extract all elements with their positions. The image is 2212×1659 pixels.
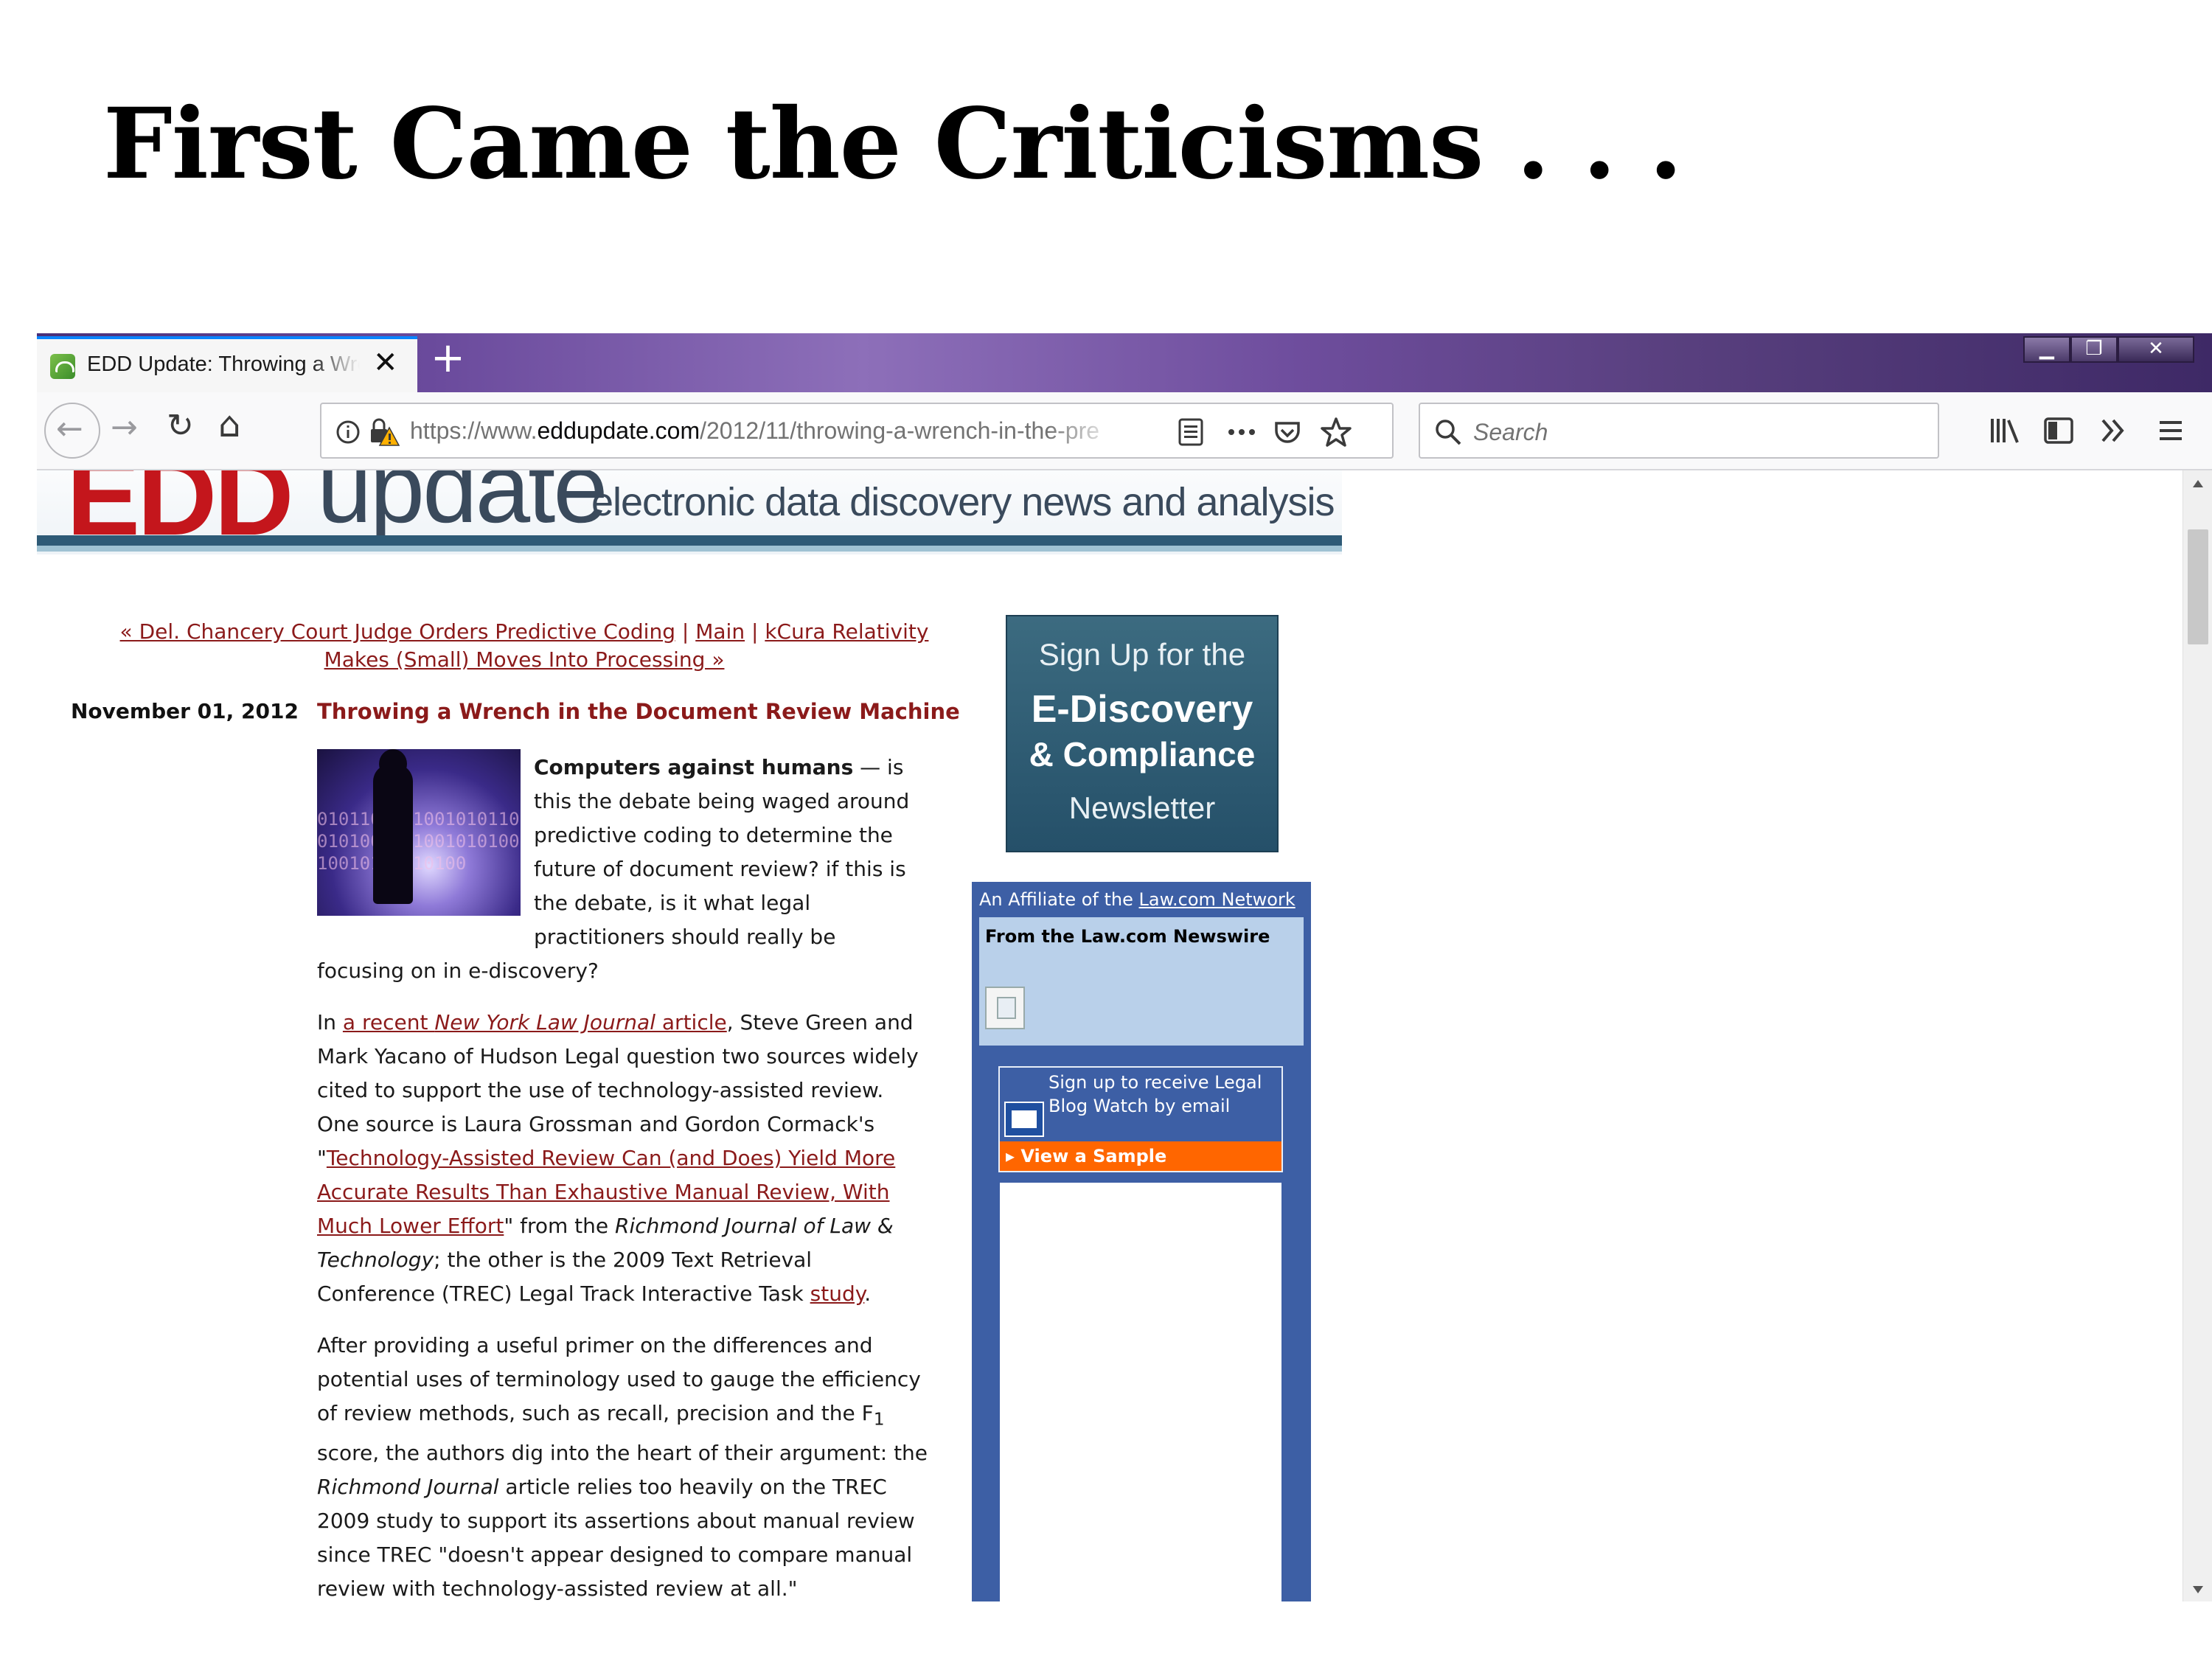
lock-warning-icon[interactable] [367,416,400,448]
link-text-a: a recent [342,1010,435,1034]
link-text-italic: New York Law Journal [434,1010,655,1034]
banner-divider-light [37,546,1342,552]
restore-button[interactable]: ❐ [2070,336,2118,363]
close-window-button[interactable]: ✕ [2118,336,2194,363]
nylj-article-link[interactable]: a recent New York Law Journal article [343,1010,727,1034]
post-navigation: « Del. Chancery Court Judge Orders Predi… [108,618,941,674]
tab-close-icon[interactable]: ✕ [373,348,398,378]
p3-text-b: score, the authors dig into the heart of… [317,1440,928,1465]
paragraph-1: Computers against humans — is this the d… [317,751,929,988]
back-arrow-icon: ← [56,410,83,448]
tab-active[interactable]: EDD Update: Throwing a Wrench in the Doc… [37,336,417,392]
window-controls: ▁ ❐ ✕ [2023,336,2194,363]
post-title[interactable]: Throwing a Wrench in the Document Review… [317,699,960,724]
email-icon [1004,1102,1044,1137]
scroll-up-icon[interactable] [2192,479,2204,488]
tab-bar: EDD Update: Throwing a Wrench in the Doc… [37,333,2212,392]
link-text-b: article [655,1010,727,1034]
trec-study-link[interactable]: study [810,1281,865,1306]
view-sample-label: View a Sample [1020,1146,1167,1166]
back-button[interactable]: ← [44,403,100,459]
reload-button[interactable]: ↻ [167,410,194,442]
affiliate-prefix: An Affiliate of the [979,889,1139,910]
home-button[interactable]: ⌂ [218,407,240,442]
forward-button[interactable]: → [111,411,138,444]
post-date: November 01, 2012 [71,699,299,723]
overflow-icon[interactable] [2098,416,2128,445]
broken-image-icon [985,987,1025,1029]
site-tagline: electronic data discovery news and analy… [591,480,1335,524]
newsletter-line-4: Newsletter [1068,790,1216,825]
scroll-down-icon[interactable] [2192,1585,2204,1594]
url-text[interactable]: https://www.eddupdate.com/2012/11/throwi… [410,417,1118,447]
slide-title: First Came the Criticisms . . . [103,87,1683,201]
p3-italic: Richmond Journal [317,1474,499,1499]
lawcom-affiliate-widget: An Affiliate of the Law.com Network From… [972,882,1311,1601]
blog-watch-signup[interactable]: Sign up to receive Legal Blog Watch by e… [998,1066,1283,1172]
play-arrow-icon: ▸ [1006,1146,1015,1166]
p2-text-c: " from the [504,1214,616,1238]
paragraph-3: After providing a useful primer on the d… [317,1329,929,1601]
url-bar[interactable]: https://www.eddupdate.com/2012/11/throwi… [320,403,1394,459]
view-sample-button[interactable]: ▸ View a Sample [1000,1141,1281,1171]
post-body: Computers against humans — is this the d… [317,751,929,1601]
page-actions-icon[interactable] [1225,425,1258,439]
prev-post-link[interactable]: « Del. Chancery Court Judge Orders Predi… [120,619,675,644]
p2-text-a: In [317,1010,343,1034]
info-icon[interactable] [335,419,361,445]
reader-view-icon[interactable] [1177,417,1205,447]
newsletter-line-3: & Compliance [1029,735,1256,773]
newsletter-signup-ad[interactable]: Sign Up for the E-Discovery & Compliance… [1006,615,1279,852]
browser-window: EDD Update: Throwing a Wrench in the Doc… [37,333,2212,1601]
lawcom-network-link[interactable]: Law.com Network [1139,889,1295,910]
url-path: /2012/11/throwing-a-wrench-in-the-pre [700,417,1100,444]
search-placeholder: Search [1473,419,1548,445]
sidebar-icon[interactable] [2042,414,2075,447]
hamburger-menu-icon[interactable] [2157,417,2184,444]
nav-separator: | [681,619,689,644]
affiliate-blank-panel [1000,1183,1281,1601]
affiliate-header: An Affiliate of the Law.com Network [979,889,1295,910]
p1-bold: Computers against humans [534,755,854,779]
vertical-scrollbar[interactable] [2183,470,2212,1601]
p3-subscript: 1 [873,1408,885,1430]
scrollbar-thumb[interactable] [2188,529,2208,644]
search-bar[interactable]: Search [1419,403,1939,459]
p2-text-e: . [864,1281,872,1306]
newsletter-line-2: E-Discovery [1031,688,1253,731]
tab-title: EDD Update: Throwing a Wrench in the Doc… [87,352,360,376]
minimize-button[interactable]: ▁ [2023,336,2070,363]
navigation-toolbar: ← → ↻ ⌂ https://www.eddupdate.com/2012/1… [37,392,2212,470]
newsletter-line-1: Sign Up for the [1038,637,1246,672]
main-link[interactable]: Main [695,619,745,644]
banner-divider [37,535,1342,546]
paragraph-2: In a recent New York Law Journal article… [317,1006,929,1311]
url-prefix: https://www. [410,417,538,444]
pocket-icon[interactable] [1273,417,1302,447]
newswire-title: From the Law.com Newswire [985,926,1270,947]
p3-text-a: After providing a useful primer on the d… [317,1333,921,1425]
blog-signup-text: Sign up to receive Legal Blog Watch by e… [1048,1072,1262,1116]
new-tab-button[interactable]: + [431,338,465,379]
page-content: EDD update electronic data discovery new… [37,470,2183,1601]
star-icon[interactable] [1320,416,1352,448]
logo-update: update [317,470,608,543]
search-icon [1436,420,1461,445]
library-icon[interactable] [1988,414,2022,447]
newswire-panel: From the Law.com Newswire [979,917,1304,1046]
site-favicon-icon [50,354,75,379]
nav-separator: | [751,619,759,644]
url-host: eddupdate.com [537,417,700,444]
site-banner[interactable]: EDD update electronic data discovery new… [37,470,1342,554]
